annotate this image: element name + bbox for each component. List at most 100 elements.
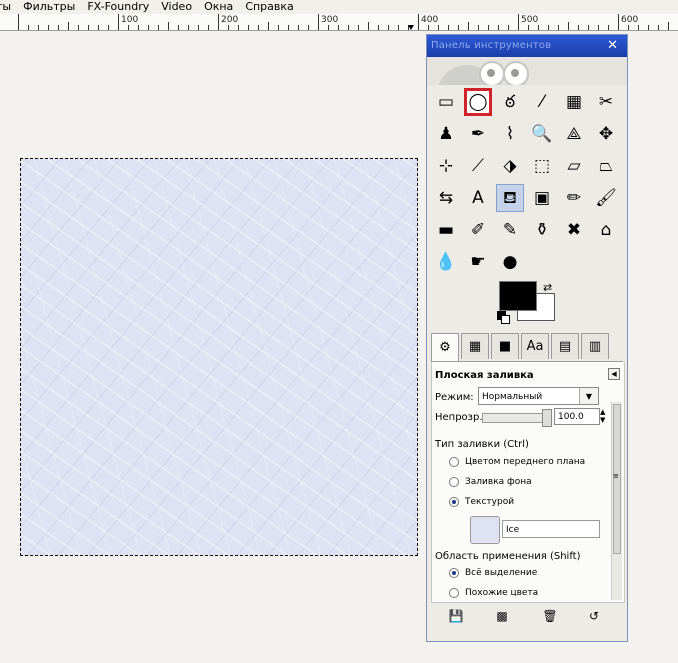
mode-select[interactable]: Нормальный ▼	[478, 387, 599, 405]
radio-dot-selected	[449, 568, 459, 578]
toolbox-title: Панель инструментов	[431, 40, 552, 51]
save-icon[interactable]: 💾	[447, 607, 465, 625]
ruler-label: 500	[521, 15, 539, 25]
rotate-icon[interactable]: ⬗	[496, 152, 524, 180]
image-canvas[interactable]	[20, 158, 418, 556]
area-label: Область применения (Shift)	[435, 551, 581, 562]
fg-bg-colors: ⇄	[497, 281, 559, 327]
selection-marching-ants	[20, 158, 418, 556]
ink-icon[interactable]: ✎	[496, 216, 524, 244]
measure-icon[interactable]: ⟁	[560, 120, 588, 148]
flip-icon[interactable]: ⇆	[432, 184, 460, 212]
tab-fonts[interactable]: Aa	[521, 333, 549, 359]
foreground-select-icon[interactable]: ♟	[432, 120, 460, 148]
radio-dot-selected	[449, 497, 459, 507]
menu-item-filters[interactable]: Фильтры	[17, 0, 81, 14]
radio-dot	[449, 457, 459, 467]
ellipse-select-icon[interactable]: ◯	[464, 88, 492, 116]
restore-icon[interactable]: ▩	[493, 607, 511, 625]
menu-item-fx-foundry[interactable]: FX-Foundry	[81, 0, 155, 14]
tab-tool-options[interactable]: ⚙	[431, 333, 459, 361]
ruler-label: 100	[121, 15, 139, 25]
area-selection-label: Всё выделение	[465, 568, 538, 578]
tab-documents[interactable]: ▥	[581, 333, 609, 359]
perspective-clone-icon[interactable]: ⌂	[592, 216, 620, 244]
fill-bg-radio[interactable]: Заливка фона	[449, 477, 532, 487]
ruler-label: 600	[621, 15, 639, 25]
zoom-icon[interactable]: 🔍	[528, 120, 556, 148]
menu-bar: ты Фильтры FX-Foundry Video Окна Справка	[0, 0, 678, 14]
area-similar-label: Похожие цвета	[465, 588, 539, 598]
delete-icon[interactable]: 🗑	[541, 607, 559, 625]
bucket-fill-icon[interactable]: ⛾	[496, 184, 524, 212]
ruler-label: 400	[421, 15, 439, 25]
fill-fg-radio[interactable]: Цветом переднего плана	[449, 457, 585, 467]
ruler-label: 300	[321, 15, 339, 25]
chevron-down-icon: ▼	[579, 388, 598, 404]
tab-gradients[interactable]: ▤	[551, 333, 579, 359]
foreground-color-swatch[interactable]	[499, 281, 537, 311]
horizontal-ruler[interactable]: 100 200 300 400 500 600	[0, 14, 678, 31]
move-icon[interactable]: ✥	[592, 120, 620, 148]
rect-select-icon[interactable]: ▭	[432, 88, 460, 116]
opacity-input[interactable]: 100.0	[554, 408, 600, 425]
pattern-thumbnail[interactable]	[470, 516, 500, 544]
perspective-icon[interactable]: ⏢	[592, 152, 620, 180]
mode-label: Режим:	[435, 392, 474, 403]
menu-item-tools[interactable]: ты	[0, 0, 17, 14]
blend-icon[interactable]: ▣	[528, 184, 556, 212]
area-selection-radio[interactable]: Всё выделение	[449, 568, 537, 578]
menu-item-video[interactable]: Video	[155, 0, 198, 14]
opacity-spin-buttons[interactable]: ▲ ▼	[600, 408, 605, 424]
clone-icon[interactable]: ⚱	[528, 216, 556, 244]
ruler-label: 200	[221, 15, 239, 25]
eraser-icon[interactable]: ▬	[432, 216, 460, 244]
free-select-icon[interactable]: ఠ	[496, 88, 524, 116]
reset-icon[interactable]: ↺	[585, 607, 603, 625]
toolbox-window: Панель инструментов ✕ ▭ ◯ ఠ ⁄ ▦ ✂ ♟ ✒ ⌇ 🔍 ⟁ ✥ ⊹ ⟋ ⬗ ⬚ ▱ ⏢…	[426, 34, 628, 642]
smudge-icon[interactable]: ☛	[464, 248, 492, 276]
tab-patterns[interactable]: ■	[491, 333, 519, 359]
mode-value: Нормальный	[482, 392, 543, 402]
crop-icon[interactable]: ⟋	[464, 152, 492, 180]
scale-icon[interactable]: ⬚	[528, 152, 556, 180]
pattern-name-field[interactable]: Ice	[502, 520, 600, 538]
heal-icon[interactable]: ✖	[560, 216, 588, 244]
default-colors-icon-bg	[501, 315, 510, 324]
menu-item-help[interactable]: Справка	[239, 0, 299, 14]
fuzzy-select-icon[interactable]: ⁄	[528, 88, 556, 116]
fill-type-label: Тип заливки (Ctrl)	[435, 439, 529, 450]
options-bottom-bar: 💾 ▩ 🗑 ↺	[431, 603, 623, 629]
canvas-area[interactable]	[0, 31, 426, 663]
wilber-logo[interactable]	[427, 57, 627, 85]
swap-colors-icon[interactable]: ⇄	[543, 281, 552, 294]
panel-menu-icon[interactable]: ◀	[608, 368, 620, 380]
toolbox-titlebar[interactable]: Панель инструментов ✕	[427, 35, 627, 57]
blur-icon[interactable]: 💧	[432, 248, 460, 276]
shear-icon[interactable]: ▱	[560, 152, 588, 180]
ruler-ticks	[18, 14, 669, 30]
options-scrollbar[interactable]: ≡	[611, 402, 622, 600]
color-picker-icon[interactable]: ⌇	[496, 120, 524, 148]
opacity-slider[interactable]	[482, 409, 552, 427]
paths-icon[interactable]: ✒	[464, 120, 492, 148]
fill-bg-label: Заливка фона	[465, 477, 532, 487]
scrollbar-grip-icon: ≡	[613, 472, 619, 480]
tab-brushes[interactable]: ▦	[461, 333, 489, 359]
align-icon[interactable]: ⊹	[432, 152, 460, 180]
opacity-slider-handle[interactable]	[542, 409, 552, 427]
close-icon[interactable]: ✕	[607, 38, 618, 53]
scissors-icon[interactable]: ✂	[592, 88, 620, 116]
pencil-icon[interactable]: ✏	[560, 184, 588, 212]
paintbrush-icon[interactable]: 🖌	[592, 184, 620, 212]
dodge-burn-icon[interactable]: ●	[496, 248, 524, 276]
airbrush-icon[interactable]: ✐	[464, 216, 492, 244]
menu-item-windows[interactable]: Окна	[198, 0, 239, 14]
opacity-label: Непрозр.:	[435, 412, 486, 423]
radio-dot	[449, 477, 459, 487]
text-icon[interactable]: A	[464, 184, 492, 212]
area-similar-radio[interactable]: Похожие цвета	[449, 588, 538, 598]
select-by-color-icon[interactable]: ▦	[560, 88, 588, 116]
tool-options-panel: Плоская заливка ◀ Режим: Нормальный ▼ Не…	[431, 362, 625, 603]
fill-pattern-radio[interactable]: Текстурой	[449, 497, 514, 507]
